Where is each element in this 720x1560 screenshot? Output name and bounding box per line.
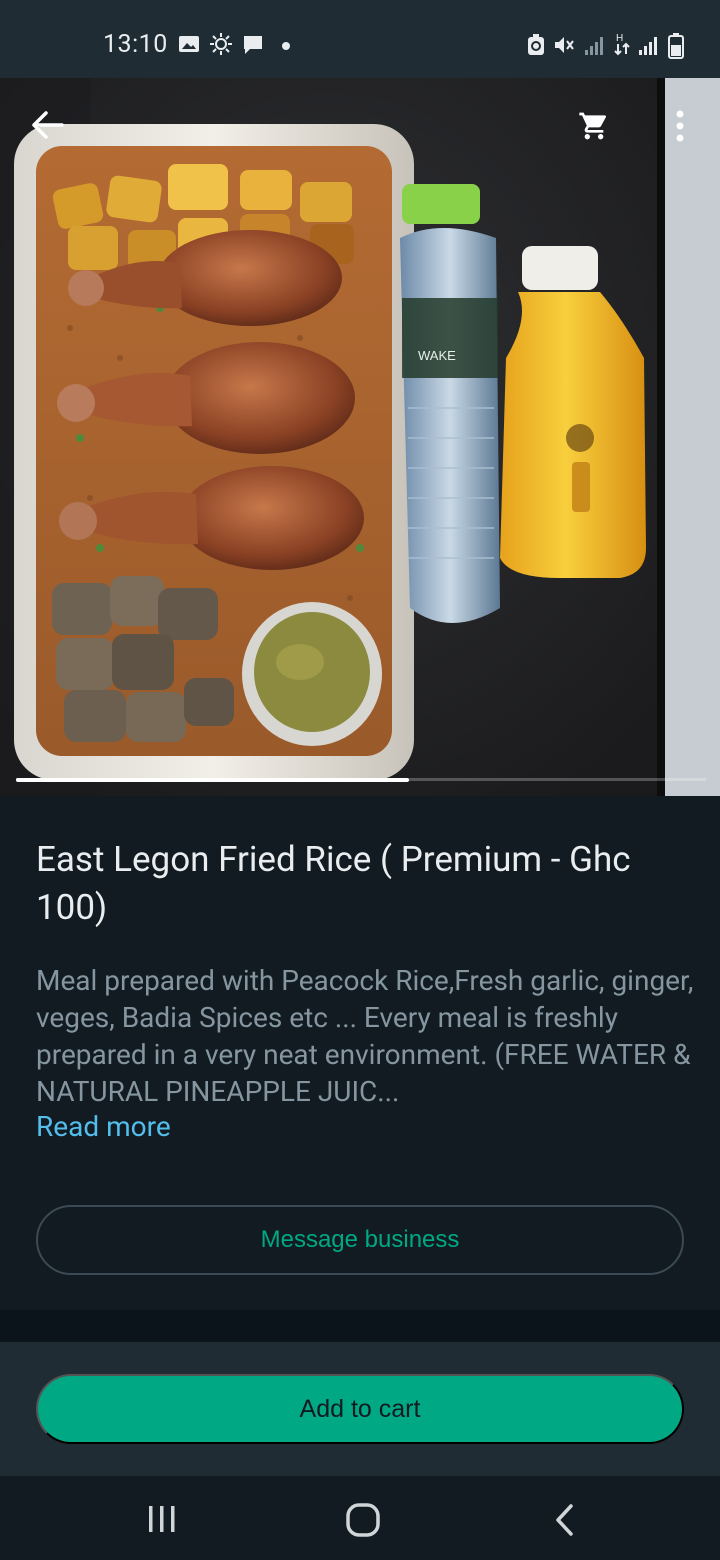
recents-icon[interactable] <box>146 1504 178 1538</box>
carousel-progress <box>16 778 410 782</box>
add-to-cart-button[interactable]: Add to cart <box>36 1374 684 1444</box>
svg-text:H: H <box>616 33 623 44</box>
recycle-icon <box>527 34 545 60</box>
mute-icon <box>553 34 575 60</box>
brightness-icon <box>210 33 232 59</box>
back-icon[interactable] <box>552 1502 576 1542</box>
dot-icon <box>282 42 290 50</box>
status-time: 13:10 <box>103 30 168 59</box>
signal-icon <box>584 36 604 60</box>
cart-action-bar: Add to cart <box>0 1342 720 1476</box>
chat-notification-icon <box>242 34 264 60</box>
svg-text:WAKE: WAKE <box>418 348 456 363</box>
cart-icon[interactable] <box>578 110 610 146</box>
gallery-icon <box>178 34 200 58</box>
signal-icon <box>638 36 658 60</box>
product-title: East Legon Fried Rice ( Premium - Ghc 10… <box>36 839 631 928</box>
product-details: East Legon Fried Rice ( Premium - Ghc 10… <box>0 796 720 1310</box>
system-navigation-bar <box>0 1476 720 1560</box>
battery-icon <box>668 33 684 63</box>
product-image-carousel[interactable]: WAKE <box>0 78 720 796</box>
next-photo-preview[interactable] <box>657 78 720 796</box>
home-icon[interactable] <box>345 1502 381 1542</box>
read-more-link[interactable]: Read more <box>36 1110 171 1143</box>
section-divider <box>0 1310 720 1342</box>
data-transfer-icon: H <box>613 32 631 60</box>
more-vert-icon[interactable] <box>672 108 688 148</box>
status-bar: 13:10 H <box>0 0 720 78</box>
product-photo: WAKE <box>0 78 657 796</box>
arrow-left-icon[interactable] <box>30 110 64 144</box>
message-business-button[interactable]: Message business <box>36 1205 684 1275</box>
product-description: Meal prepared with Peacock Rice,Fresh ga… <box>36 964 694 1108</box>
